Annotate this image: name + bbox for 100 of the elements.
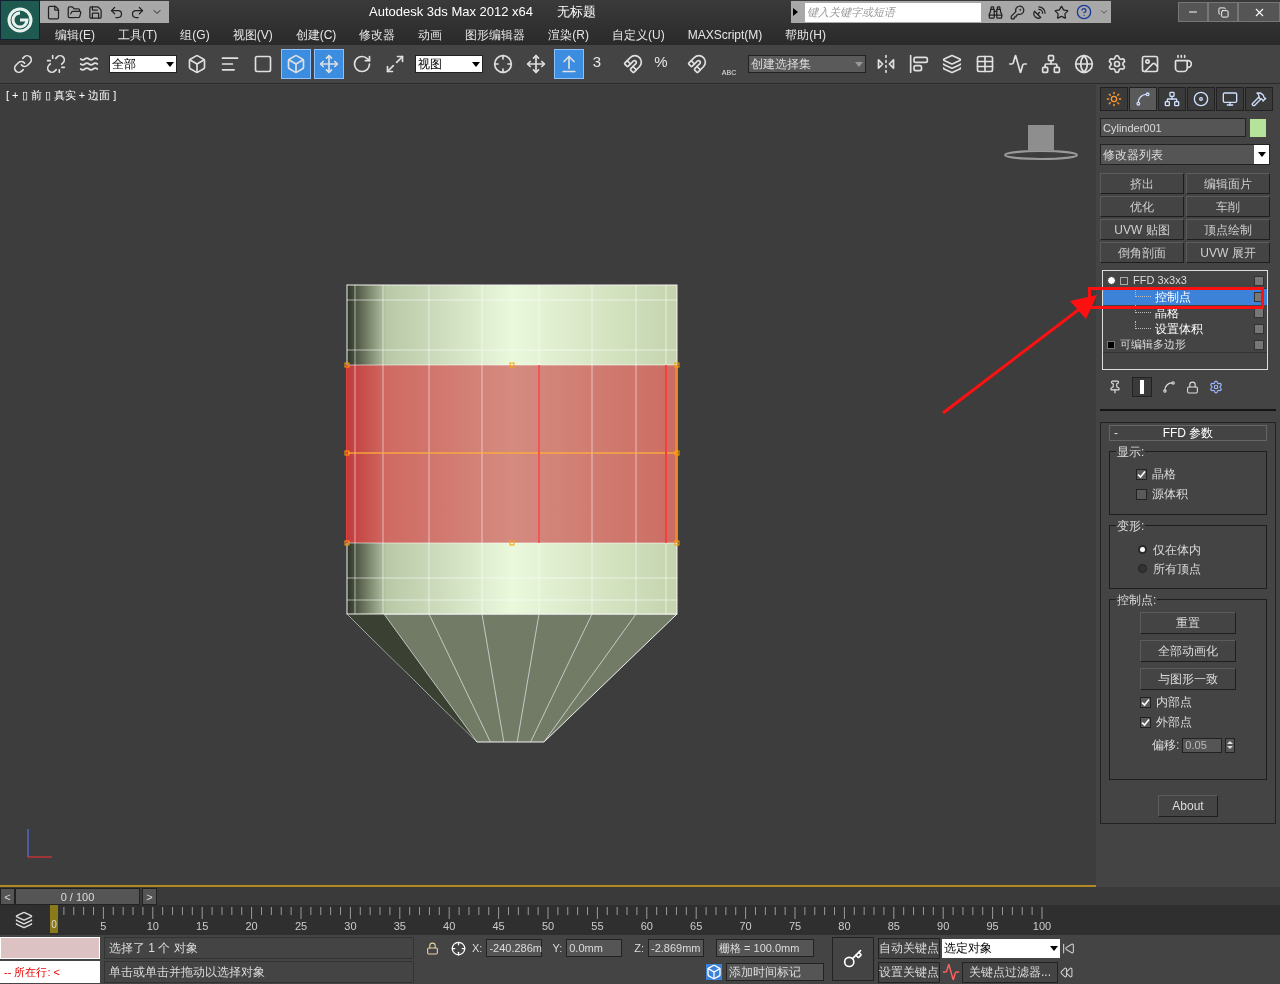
set-key-button[interactable]: 设置关键点 — [878, 961, 940, 983]
menu-item[interactable]: 修改器 — [352, 25, 403, 44]
menu-item[interactable]: 视图(V) — [225, 25, 280, 44]
menu-item[interactable]: 帮助(H) — [778, 25, 833, 44]
curve-icon[interactable] — [942, 963, 960, 981]
expand-arrow-icon[interactable] — [793, 8, 799, 16]
minimize-button[interactable] — [1178, 2, 1208, 22]
transform-mode-icon[interactable] — [451, 940, 466, 956]
stack-item[interactable]: FFD 3x3x3 — [1103, 273, 1267, 289]
radio-button[interactable] — [1138, 564, 1147, 573]
dropdown[interactable]: 视图 — [415, 55, 483, 73]
toggle-box[interactable] — [1254, 308, 1264, 318]
previous-frame-button[interactable]: < — [0, 887, 15, 905]
checkbox[interactable] — [1140, 696, 1151, 708]
checkbox[interactable] — [1136, 468, 1147, 480]
selection-set-dropdown[interactable]: 创建选择集 — [748, 55, 866, 73]
checkbox[interactable] — [1140, 716, 1151, 728]
menu-item[interactable]: 渲染(R) — [541, 25, 596, 44]
save-icon[interactable] — [88, 4, 103, 20]
stack-subitem[interactable]: 设置体积 — [1103, 321, 1267, 337]
previous-key-icon[interactable] — [1060, 965, 1073, 979]
command-tab[interactable] — [1245, 87, 1273, 111]
key-icon[interactable] — [1010, 4, 1026, 20]
stack-subitem[interactable]: 晶格 — [1103, 305, 1267, 321]
satellite-dish-icon[interactable] — [1032, 4, 1048, 20]
help-icon[interactable] — [1076, 4, 1093, 20]
object-name-field[interactable]: Cylinder001 — [1100, 118, 1246, 137]
action-button[interactable]: 重置 — [1140, 612, 1236, 634]
set-key-button[interactable] — [832, 937, 874, 981]
snap-button[interactable]: 3 — [587, 49, 615, 79]
listener-input[interactable] — [0, 937, 100, 959]
auto-key-button[interactable]: 自动关键点 — [878, 937, 940, 959]
snap-button[interactable]: % — [651, 49, 679, 79]
command-tab[interactable] — [1129, 87, 1157, 111]
menu-item[interactable]: 编辑(E) — [48, 25, 102, 44]
color-swatch[interactable] — [1250, 118, 1266, 137]
menu-item[interactable]: 工具(T) — [111, 25, 165, 44]
expand-icon[interactable] — [1107, 340, 1115, 349]
pin-icon[interactable] — [1108, 380, 1122, 394]
dropdown[interactable]: 全部 — [109, 55, 177, 73]
undo-icon[interactable] — [109, 4, 124, 20]
menu-item[interactable]: 组(G) — [173, 25, 217, 44]
modifier-button[interactable]: 车削 — [1186, 196, 1270, 217]
checkbox[interactable] — [1136, 488, 1147, 500]
radio-button[interactable] — [1138, 545, 1147, 554]
track-bar-icon[interactable] — [15, 911, 33, 929]
modifier-button[interactable]: UVW 展开 — [1186, 242, 1270, 263]
app-logo-icon[interactable] — [0, 0, 40, 40]
lock-icon[interactable] — [1186, 380, 1199, 394]
modifier-button[interactable]: 挤出 — [1100, 173, 1184, 194]
modifier-button[interactable]: 顶点绘制 — [1186, 219, 1270, 240]
command-tab[interactable] — [1158, 87, 1186, 111]
open-folder-icon[interactable] — [67, 4, 82, 20]
stack-item[interactable]: 可编辑多边形 — [1103, 337, 1267, 353]
command-tab[interactable] — [1216, 87, 1244, 111]
modifier-button[interactable]: 倒角剖面 — [1100, 242, 1184, 263]
search-field[interactable]: 键入关键字或短语 — [805, 2, 982, 22]
x-coordinate-field[interactable]: -240.286m — [486, 939, 543, 957]
menu-item[interactable]: 自定义(U) — [605, 25, 672, 44]
action-button[interactable]: 全部动画化 — [1140, 640, 1236, 662]
next-frame-button[interactable]: > — [142, 887, 157, 905]
action-button[interactable]: 与图形一致 — [1140, 668, 1236, 690]
modifier-button[interactable]: 优化 — [1100, 196, 1184, 217]
z-coordinate-field[interactable]: -2.869mm — [648, 939, 704, 957]
toggle-box[interactable] — [1254, 324, 1264, 334]
go-to-start-icon[interactable] — [1062, 941, 1075, 955]
rollout-header[interactable]: - FFD 参数 — [1109, 425, 1267, 441]
modifier-button[interactable]: 编辑面片 — [1186, 173, 1270, 194]
modifier-list-dropdown[interactable]: 修改器列表 — [1100, 144, 1270, 165]
star-icon[interactable] — [1054, 4, 1070, 20]
toggle-box[interactable] — [1254, 339, 1264, 350]
toggle-box[interactable] — [1254, 292, 1264, 302]
viewport-label[interactable]: [ + ▯ 前 ▯ 真实 + 边面 ] — [6, 87, 117, 104]
restore-button[interactable] — [1208, 2, 1238, 22]
viewport[interactable]: [ + ▯ 前 ▯ 真实 + 边面 ] — [0, 85, 1096, 887]
menu-item[interactable]: 创建(C) — [288, 25, 344, 44]
listener-output[interactable]: -- 所在行: < — [0, 961, 100, 983]
offset-field[interactable]: 0.05 — [1182, 737, 1223, 753]
toggle-box[interactable] — [1254, 275, 1264, 286]
new-file-icon[interactable] — [46, 4, 61, 20]
key-mode-dropdown[interactable]: 选定对象 — [942, 938, 1060, 958]
show-end-result-button[interactable] — [1132, 377, 1152, 397]
menu-item[interactable]: 动画 — [411, 25, 450, 44]
redo-icon[interactable] — [130, 4, 145, 20]
y-coordinate-field[interactable]: 0.0mm — [566, 939, 623, 957]
add-time-tag[interactable]: 添加时间标记 — [726, 963, 824, 981]
modifier-button[interactable]: UVW 贴图 — [1100, 219, 1184, 240]
isolate-icon[interactable] — [706, 964, 722, 980]
configure-icon[interactable] — [1209, 380, 1223, 394]
menu-item[interactable]: MAXScript(M) — [680, 25, 770, 44]
close-button[interactable] — [1238, 2, 1280, 22]
binoculars-icon[interactable] — [988, 4, 1004, 20]
spinner-icon[interactable] — [1225, 737, 1236, 753]
lock-icon[interactable] — [426, 941, 439, 955]
menu-item[interactable]: 图形编辑器 — [458, 25, 533, 44]
about-button[interactable]: About — [1158, 795, 1218, 817]
command-tab[interactable] — [1100, 87, 1128, 111]
view-cube-icon[interactable] — [1004, 123, 1078, 161]
collapse-icon[interactable] — [1120, 276, 1128, 285]
key-filters-button[interactable]: 关键点过滤器... — [962, 961, 1058, 983]
